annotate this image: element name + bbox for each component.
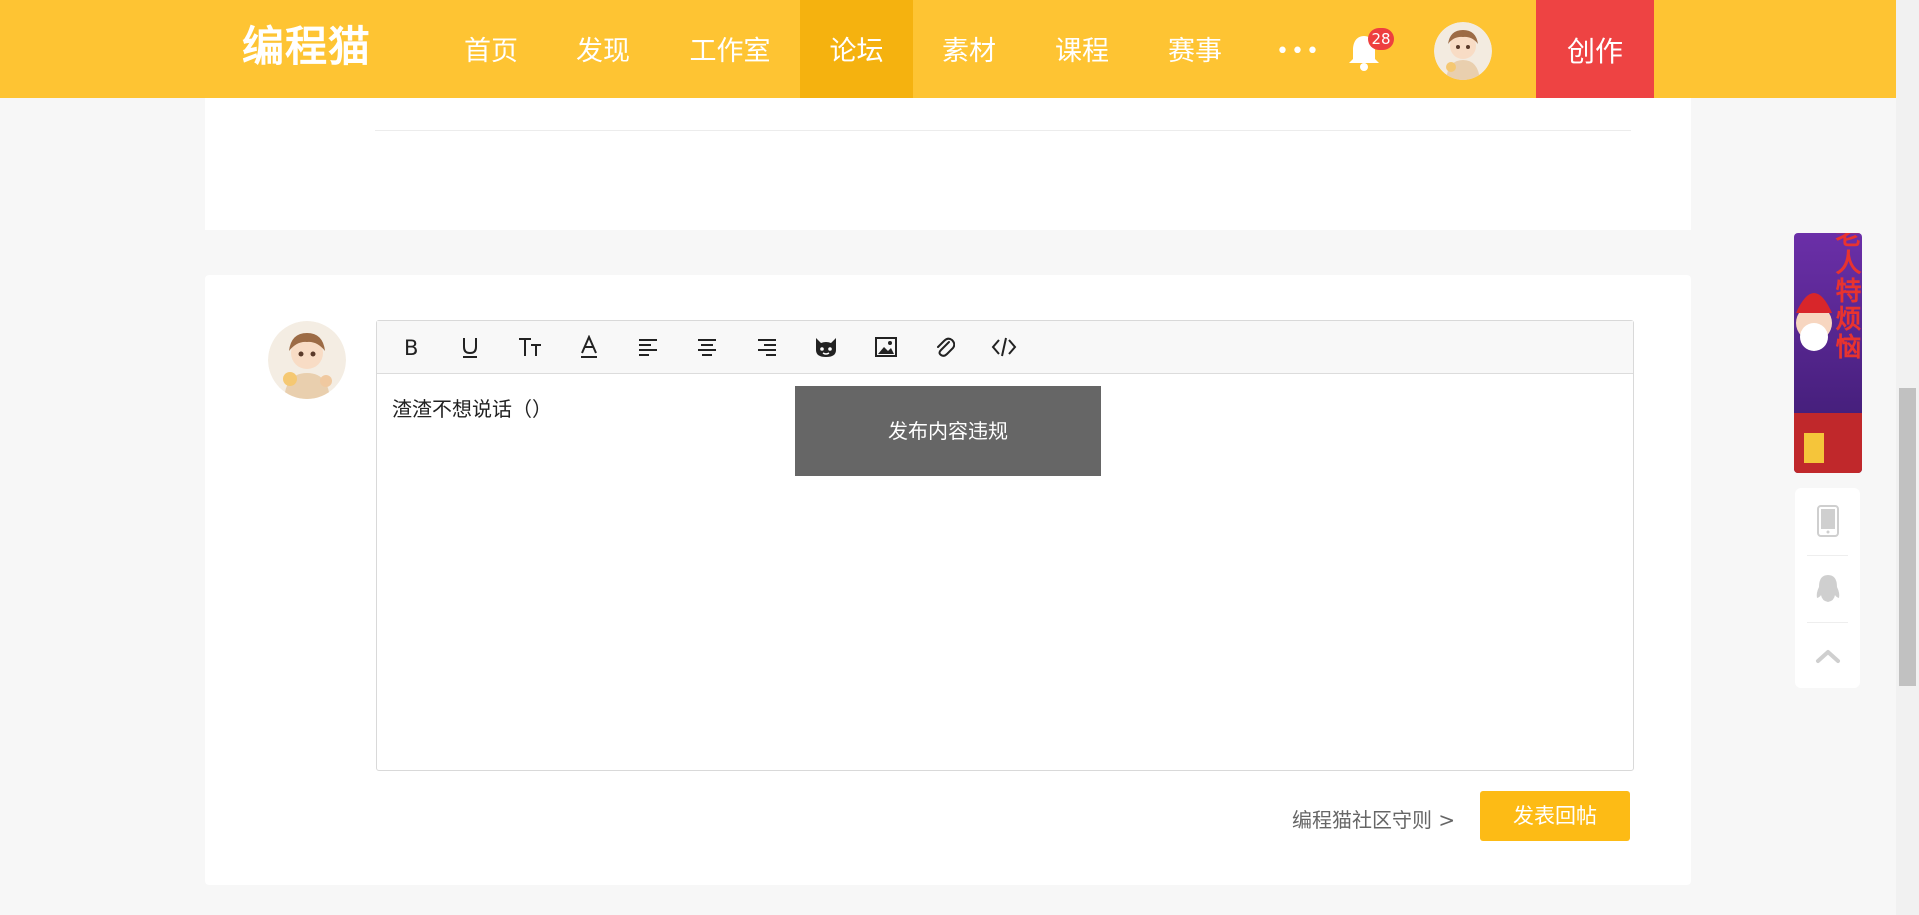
nav-courses[interactable]: 课程 xyxy=(1041,0,1123,98)
align-right-icon[interactable] xyxy=(750,331,784,363)
code-icon[interactable] xyxy=(987,331,1021,363)
font-size-icon[interactable] xyxy=(513,331,547,363)
phone-icon[interactable] xyxy=(1795,488,1860,554)
community-rules-link[interactable]: 编程猫社区守则 > xyxy=(1292,800,1455,840)
underline-icon[interactable] xyxy=(453,331,487,363)
svg-text:B: B xyxy=(404,336,418,358)
align-left-icon[interactable] xyxy=(631,331,665,363)
user-avatar[interactable] xyxy=(1434,22,1492,80)
previous-post-card xyxy=(205,98,1691,230)
emoji-cat-icon[interactable] xyxy=(809,331,843,363)
nav-events[interactable]: 赛事 xyxy=(1154,0,1236,98)
nav-discover[interactable]: 发现 xyxy=(562,0,644,98)
align-center-icon[interactable] xyxy=(690,331,724,363)
editor-content[interactable]: 渣渣不想说话（） xyxy=(392,393,552,422)
bold-icon[interactable]: B xyxy=(394,331,428,363)
page-scrollbar[interactable] xyxy=(1896,0,1919,915)
notification-badge: 28 xyxy=(1368,28,1394,50)
scrollbar-thumb[interactable] xyxy=(1899,388,1916,686)
qq-penguin-icon[interactable] xyxy=(1795,556,1860,622)
image-icon[interactable] xyxy=(869,331,903,363)
editor-toolbar: B xyxy=(377,321,1633,374)
site-logo[interactable]: 编程猫 xyxy=(242,22,371,72)
nav-studio[interactable]: 工作室 xyxy=(675,0,785,98)
attachment-icon[interactable] xyxy=(928,331,962,363)
nav-more-button[interactable]: ••• xyxy=(1276,0,1319,98)
create-button[interactable]: 创作 xyxy=(1536,0,1654,98)
svg-text:圣诞老人特烦恼: 圣诞老人特烦恼 xyxy=(1831,233,1861,361)
christmas-banner[interactable]: 圣诞老人特烦恼 xyxy=(1794,233,1862,473)
reply-avatar xyxy=(268,321,346,399)
font-color-icon[interactable] xyxy=(572,331,606,363)
back-to-top-icon[interactable] xyxy=(1795,623,1860,689)
violation-toast: 发布内容违规 xyxy=(795,386,1101,476)
submit-reply-button[interactable]: 发表回帖 xyxy=(1480,791,1630,841)
top-nav-bar: 编程猫 首页 发现 工作室 论坛 素材 课程 赛事 ••• 28 创作 xyxy=(0,0,1896,98)
side-toolbar xyxy=(1795,488,1860,688)
nav-materials[interactable]: 素材 xyxy=(928,0,1010,98)
nav-forum[interactable]: 论坛 xyxy=(800,0,913,98)
nav-home[interactable]: 首页 xyxy=(450,0,532,98)
divider xyxy=(375,130,1631,131)
